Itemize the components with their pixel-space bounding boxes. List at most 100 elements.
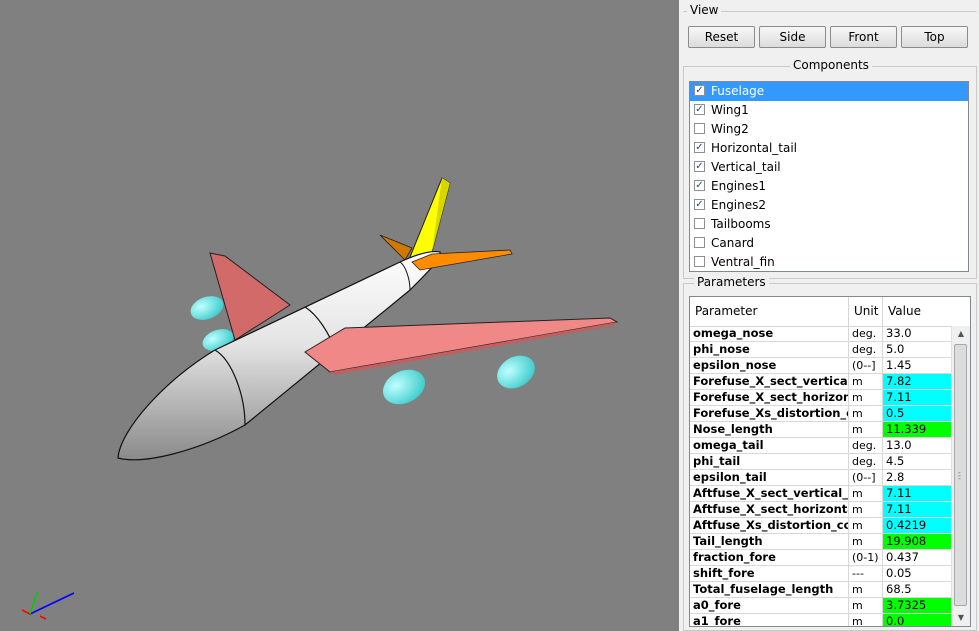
parameter-unit-cell: deg. [849, 454, 883, 469]
parameter-name-cell: Nose_length [690, 422, 849, 437]
table-row[interactable]: Aftfuse_X_sect_horizonta...m7.11 [690, 502, 952, 518]
parameter-value-cell[interactable]: 0.437 [883, 550, 952, 565]
table-row[interactable]: shift_fore --- 0.05 [690, 566, 952, 582]
parameter-value-cell[interactable]: 5.0 [883, 342, 952, 357]
htail-far [379, 234, 413, 261]
component-item[interactable]: Tailbooms [690, 215, 968, 234]
component-checkbox[interactable]: ✓ [694, 104, 705, 115]
parameter-value-cell[interactable]: 3.7325 [883, 598, 952, 613]
table-row[interactable]: Aftfuse_X_sect_vertical_... m 7.11 [690, 486, 952, 502]
table-body: omega_nose deg. 33.0 phi_nose deg. 5.0 epsilon… [690, 326, 952, 626]
parameter-value-cell[interactable]: 13.0 [883, 438, 952, 453]
parameter-name-cell: Forefuse_X_sect_horizon... [690, 390, 849, 405]
parameter-value-cell[interactable]: 7.11 [883, 486, 952, 501]
parameter-value-cell[interactable]: 4.5 [883, 454, 952, 469]
parameters-table: Parameter Unit Value omega_nose deg. 33.0 p… [689, 296, 971, 627]
parameter-name-cell: Forefuse_Xs_distortion_c... [690, 406, 849, 421]
scroll-down-arrow-icon[interactable]: ▼ [952, 610, 970, 626]
table-row[interactable]: Nose_length m 11.339 [690, 422, 952, 438]
parameter-name-cell: shift_fore [690, 566, 849, 581]
engine-far-outer [190, 296, 224, 320]
parameter-unit-cell: deg. [849, 326, 883, 341]
parameter-value-cell[interactable]: 0.5 [883, 406, 952, 421]
component-checkbox[interactable] [694, 218, 705, 229]
parameter-name-cell: omega_tail [690, 438, 849, 453]
table-row[interactable]: omega_tail deg. 13.0 [690, 438, 952, 454]
view-group-title: View [687, 3, 722, 17]
component-item[interactable]: ✓ Engines2 [690, 196, 968, 215]
parameter-value-cell[interactable]: 0.0 [883, 614, 952, 626]
component-item[interactable]: Canard [690, 234, 968, 253]
component-item[interactable]: ✓ Vertical_tail [690, 158, 968, 177]
parameter-value-cell[interactable]: 0.05 [883, 566, 952, 581]
component-item[interactable]: Wing2 [690, 120, 968, 139]
component-checkbox[interactable] [694, 256, 705, 267]
component-item[interactable]: ✓ Engines1 [690, 177, 968, 196]
scroll-up-arrow-icon[interactable]: ▲ [952, 326, 970, 342]
component-label: Engines1 [711, 179, 767, 193]
top-view-button[interactable]: Top [901, 26, 968, 48]
table-row[interactable]: omega_nose deg. 33.0 [690, 326, 952, 342]
table-row[interactable]: Forefuse_X_sect_horizon... m 7.11 [690, 390, 952, 406]
3d-viewport[interactable] [0, 0, 679, 631]
parameter-name-cell: omega_nose [690, 326, 849, 341]
parameter-unit-cell: (0-1) [849, 550, 883, 565]
parameter-unit-cell: deg. [849, 438, 883, 453]
parameter-value-cell[interactable]: 68.5 [883, 582, 952, 597]
components-list: ✓ Fuselage ✓ Wing1 Wing2 ✓ Horizontal_tail ✓ Ver… [689, 81, 969, 272]
table-row[interactable]: Forefuse_Xs_distortion_c... m 0.5 [690, 406, 952, 422]
side-view-button[interactable]: Side [759, 26, 826, 48]
scrollbar-thumb[interactable]: --- [954, 344, 967, 606]
parameter-name-cell: phi_nose [690, 342, 849, 357]
parameter-value-cell[interactable]: 19.908 [883, 534, 952, 549]
table-scrollbar[interactable]: ▲ --- ▼ [951, 326, 970, 626]
front-view-button[interactable]: Front [830, 26, 897, 48]
parameter-unit-cell: m [849, 582, 883, 597]
component-checkbox[interactable]: ✓ [694, 161, 705, 172]
table-row[interactable]: Forefuse_X_sect_vertical... m 7.82 [690, 374, 952, 390]
column-header-unit[interactable]: Unit [849, 297, 883, 326]
table-row[interactable]: phi_nose deg. 5.0 [690, 342, 952, 358]
parameter-value-cell[interactable]: 11.339 [883, 422, 952, 437]
parameter-unit-cell: (0--] [849, 470, 883, 485]
table-row[interactable]: Tail_length m 19.908 [690, 534, 952, 550]
parameter-name-cell: a0_fore [690, 598, 849, 613]
component-item[interactable]: ✓ Fuselage [690, 82, 968, 101]
component-checkbox[interactable]: ✓ [694, 85, 705, 96]
parameter-unit-cell: m [849, 422, 883, 437]
parameter-value-cell[interactable]: 0.4219 [883, 518, 952, 533]
column-header-value[interactable]: Value [883, 297, 952, 326]
column-header-parameter[interactable]: Parameter [690, 297, 849, 326]
table-row[interactable]: epsilon_nose (0--] 1.45 [690, 358, 952, 374]
table-row[interactable]: fraction_fore (0-1) 0.437 [690, 550, 952, 566]
parameter-value-cell[interactable]: 7.11 [883, 390, 952, 405]
component-checkbox[interactable]: ✓ [694, 180, 705, 191]
parameter-name-cell: Forefuse_X_sect_vertical... [690, 374, 849, 389]
reset-view-button[interactable]: Reset [688, 26, 755, 48]
parameter-value-cell[interactable]: 1.45 [883, 358, 952, 373]
table-row[interactable]: a0_fore m 3.7325 [690, 598, 952, 614]
table-row[interactable]: epsilon_tail (0--] 2.8 [690, 470, 952, 486]
parameter-value-cell[interactable]: 7.11 [883, 502, 952, 517]
component-item[interactable]: ✓ Horizontal_tail [690, 139, 968, 158]
component-item[interactable]: Ventral_fin [690, 253, 968, 271]
parameter-unit-cell: m [849, 534, 883, 549]
component-item[interactable]: ✓ Wing1 [690, 101, 968, 120]
table-row[interactable]: Aftfuse_Xs_distortion_co... m 0.4219 [690, 518, 952, 534]
component-checkbox[interactable] [694, 123, 705, 134]
table-row[interactable]: phi_tail deg. 4.5 [690, 454, 952, 470]
component-label: Tailbooms [711, 217, 771, 231]
table-row[interactable]: a1_fore m 0.0 [690, 614, 952, 626]
component-label: Wing2 [711, 122, 749, 136]
parameter-value-cell[interactable]: 7.82 [883, 374, 952, 389]
component-label: Wing1 [711, 103, 749, 117]
parameter-unit-cell: m [849, 486, 883, 501]
component-checkbox[interactable] [694, 237, 705, 248]
parameters-group-title: Parameters [694, 275, 769, 289]
parameter-value-cell[interactable]: 2.8 [883, 470, 952, 485]
parameter-name-cell: Tail_length [690, 534, 849, 549]
parameter-value-cell[interactable]: 33.0 [883, 326, 952, 341]
table-row[interactable]: Total_fuselage_length m 68.5 [690, 582, 952, 598]
component-checkbox[interactable]: ✓ [694, 199, 705, 210]
component-checkbox[interactable]: ✓ [694, 142, 705, 153]
